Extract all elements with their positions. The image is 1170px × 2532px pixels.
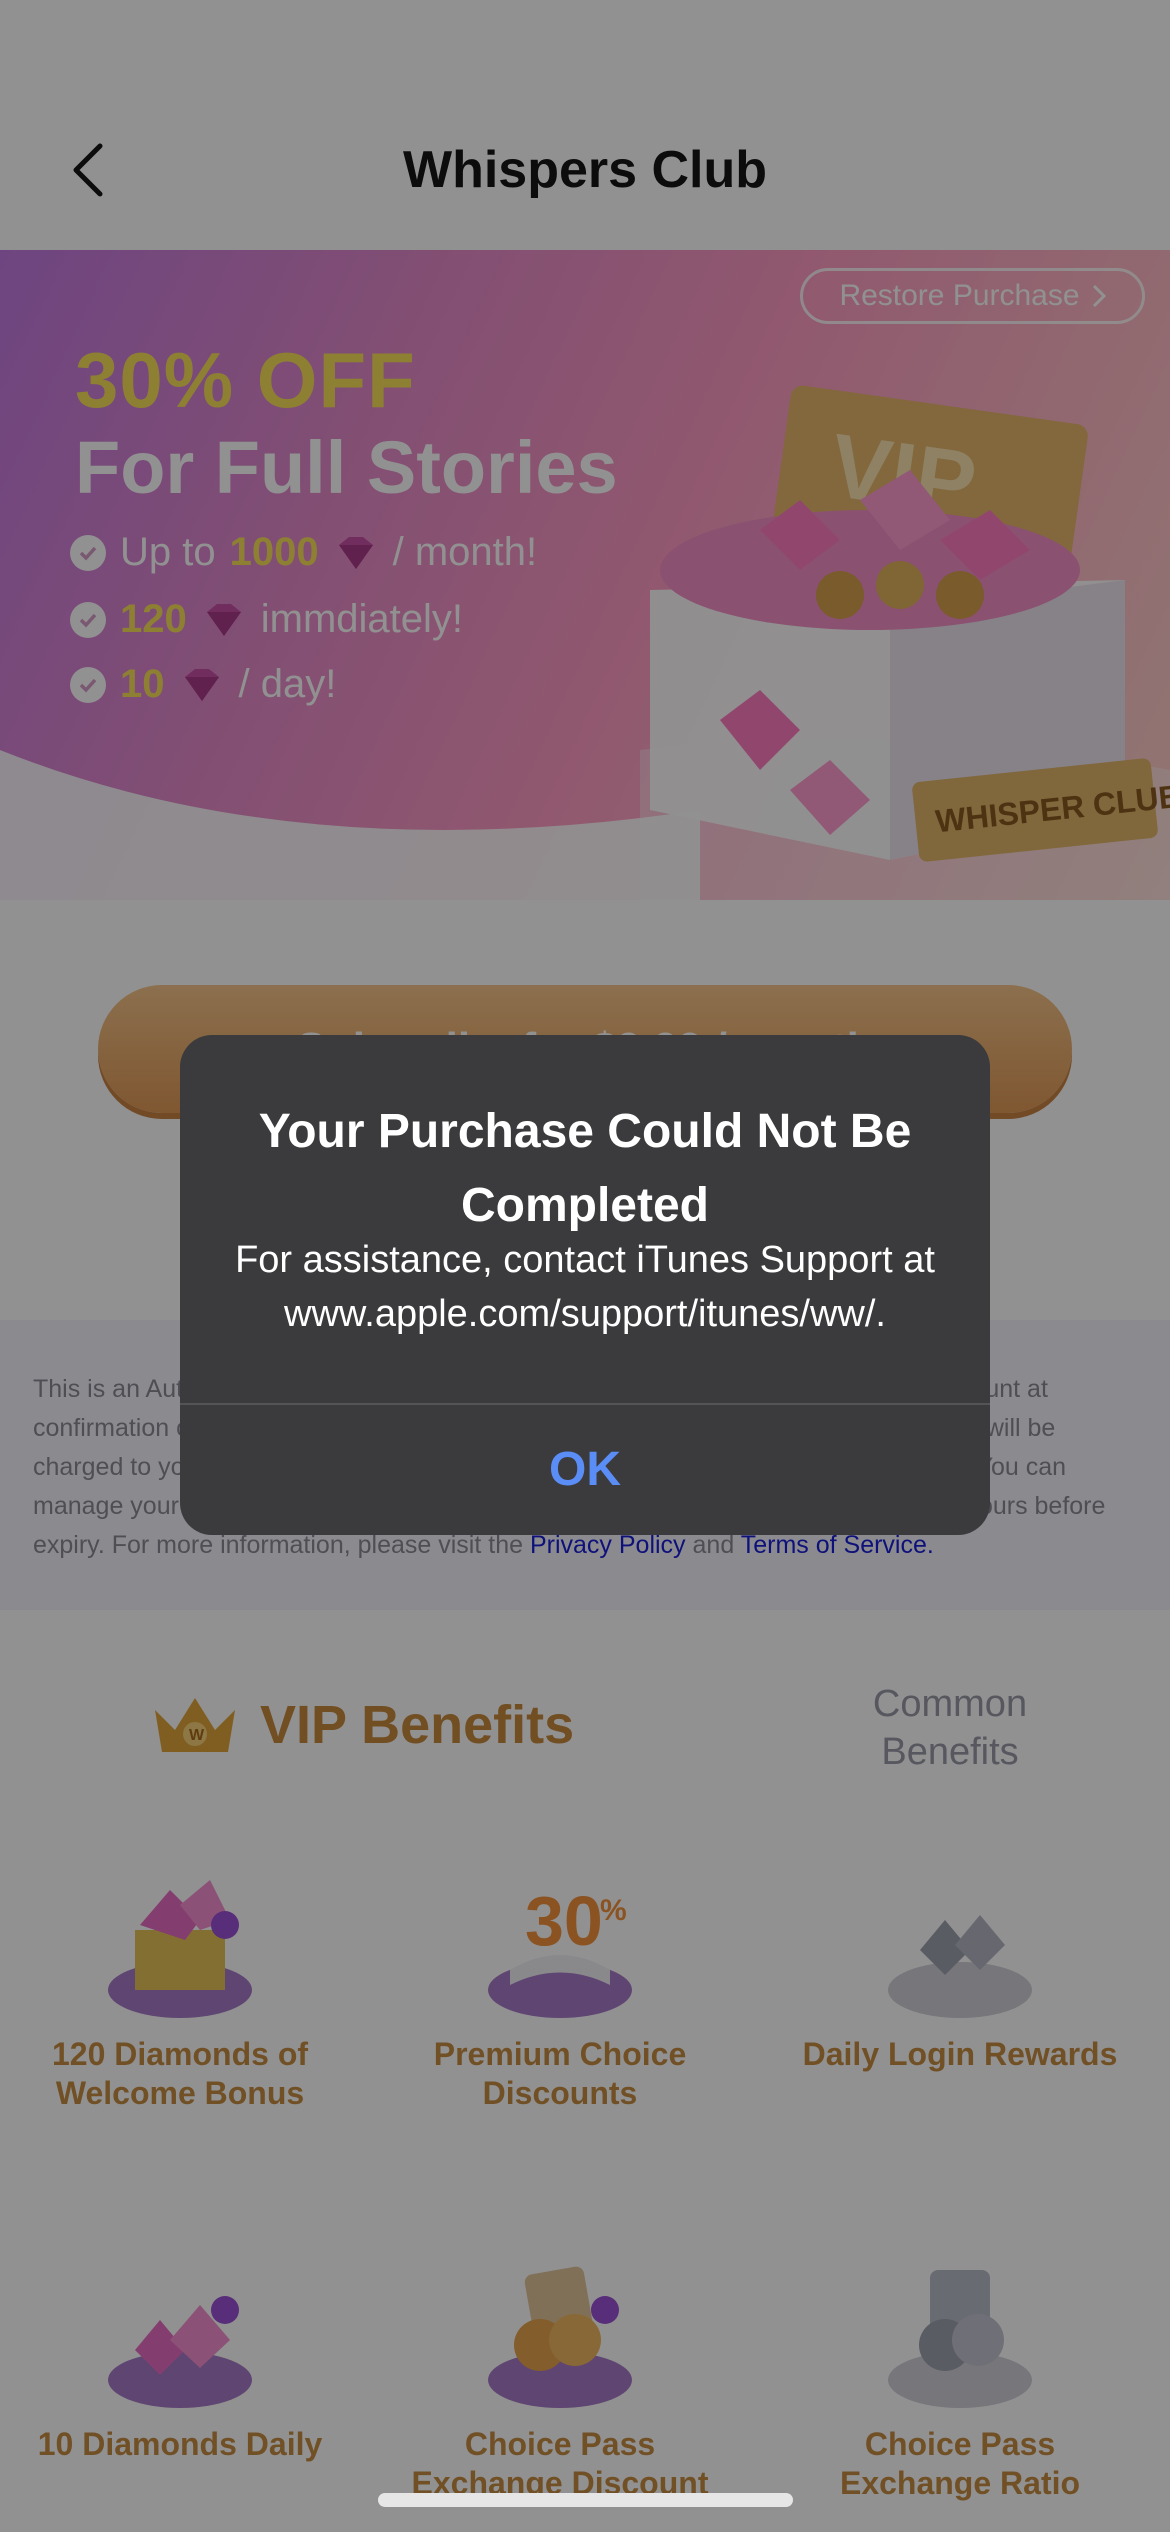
ok-button[interactable]: OK bbox=[180, 1405, 990, 1535]
home-indicator[interactable] bbox=[378, 2493, 793, 2507]
alert-message: For assistance, contact iTunes Support a… bbox=[235, 1239, 935, 1335]
purchase-error-alert: Your Purchase Could Not Be Completed For… bbox=[180, 1035, 990, 1535]
alert-title: Your Purchase Could Not Be Completed bbox=[258, 1105, 912, 1232]
